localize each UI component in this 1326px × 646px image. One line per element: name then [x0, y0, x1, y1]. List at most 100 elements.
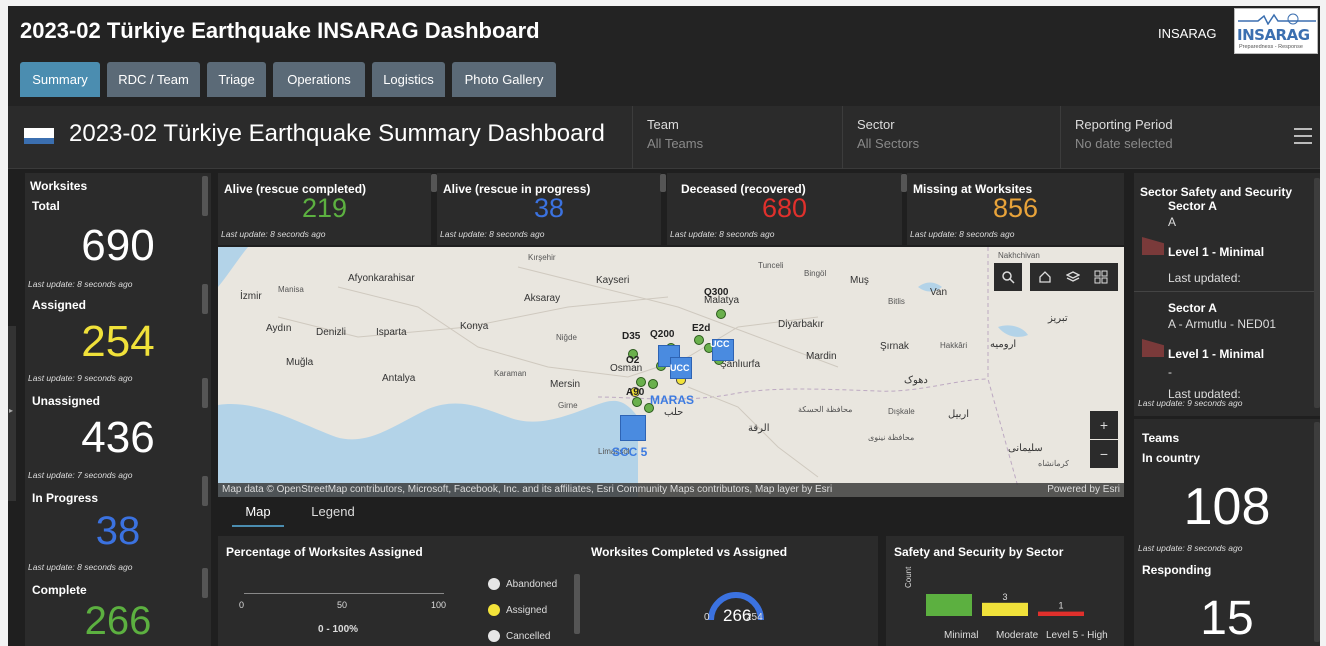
safety-by-sector-title: Safety and Security by Sector [894, 545, 1064, 559]
tab-triage[interactable]: Triage [207, 62, 266, 97]
map-label-girne: Girne [558, 401, 578, 410]
search-icon [1002, 271, 1015, 284]
side-collapse-handle[interactable]: ▸ [8, 326, 16, 501]
sector-safety-scrollbar[interactable] [1314, 178, 1320, 408]
worksite-marker[interactable] [716, 309, 726, 319]
worksite-marker[interactable] [694, 335, 704, 345]
sector-filter-label: Sector [857, 117, 895, 132]
worksites-scrollbar-5 [202, 568, 208, 598]
worksites-unassigned-updated: Last update: 7 seconds ago [28, 470, 133, 480]
layers-icon[interactable] [1066, 270, 1080, 284]
teams-in-country-updated: Last update: 8 seconds ago [1138, 543, 1243, 553]
stat-alive-completed-value: 219 [301, 193, 348, 223]
tab-operations[interactable]: Operations [273, 62, 365, 97]
level-flag-icon [1142, 339, 1164, 357]
safety-cat-moderate: Moderate [996, 630, 1039, 641]
gauge-min: 0 [704, 612, 710, 623]
tab-summary[interactable]: Summary [20, 62, 100, 97]
sector-filter[interactable]: Sector All Sectors [842, 106, 1060, 169]
tab-logistics[interactable]: Logistics [372, 62, 445, 97]
map-label-diyarbakir: Diyarbakır [778, 319, 824, 330]
teams-scrollbar[interactable] [1314, 422, 1320, 642]
team-filter[interactable]: Team All Teams [632, 106, 842, 169]
powered-by-esri[interactable]: Powered by Esri [1047, 483, 1120, 497]
worksites-scrollbar[interactable] [202, 176, 208, 216]
zoom-out-button[interactable]: − [1090, 440, 1118, 468]
worksites-assigned-updated: Last update: 9 seconds ago [28, 373, 133, 383]
safety-bar[interactable] [982, 602, 1028, 616]
sector-safety-panel: Sector Safety and Security Sector A A Le… [1134, 173, 1320, 416]
map-view[interactable]: Kırşehir Tunceli Bingöl Muş Nakhchivan A… [218, 247, 1124, 497]
stat-missing-value: 856 [992, 193, 1039, 223]
map-label-isparta: Isparta [376, 327, 407, 338]
zoom-in-button[interactable]: + [1090, 411, 1118, 439]
menu-icon[interactable] [1294, 128, 1312, 144]
safety-cat-minimal: Minimal [944, 630, 979, 641]
map-label-urmia: ارومیه [990, 339, 1017, 350]
map-label-erbil: اربیل [948, 409, 969, 420]
map-search-button[interactable] [994, 263, 1022, 291]
worksites-complete-label: Complete [32, 583, 87, 597]
safety-bar[interactable] [926, 594, 972, 616]
worksites-unassigned-value: 436 [81, 413, 155, 462]
map-label-mugla: Muğla [286, 357, 314, 368]
insarag-logo: INSARAG Preparedness - Response [1234, 8, 1318, 54]
sector-a2-name: Sector A [1168, 301, 1217, 315]
map-label-konya: Konya [460, 321, 489, 332]
basemap-gallery-icon[interactable] [1094, 270, 1108, 284]
map-label-sulaymaniyah: سلیمانی [1008, 443, 1043, 454]
summary-title: 2023-02 Türkiye Earthquake Summary Dashb… [69, 120, 605, 147]
stat-missing: Missing at Worksites 856 Last update: 8 … [907, 173, 1124, 245]
worksites-assigned-value: 254 [81, 317, 155, 366]
pct-tick-100: 100 [431, 600, 447, 610]
map-label-hasakah: محافظة الحسكة [798, 405, 853, 414]
reporting-period-filter[interactable]: Reporting Period No date selected [1060, 106, 1280, 169]
map-label-karaman: Karaman [494, 369, 527, 378]
stat-alive-in-progress-updated: Last update: 8 seconds ago [440, 229, 545, 239]
sector-a-level: Level 1 - Minimal [1168, 245, 1265, 259]
map-label-mardin: Mardin [806, 351, 837, 362]
site-label-d35: D35 [622, 331, 641, 342]
tab-photo-gallery[interactable]: Photo Gallery [452, 62, 556, 97]
site-marker[interactable] [620, 415, 646, 441]
worksites-panel: Worksites Total 690 Last update: 8 secon… [25, 173, 211, 646]
map-label-afyonkarahisar: Afyonkarahisar [348, 273, 415, 284]
site-label-e2d: E2d [692, 323, 711, 334]
map-label-tabriz: تبریز [1048, 313, 1068, 324]
map-tab[interactable]: Map [232, 497, 284, 527]
stat-scrollbar-2 [660, 174, 666, 192]
safety-bar-value: 1 [1058, 601, 1063, 611]
worksites-scrollbar-2 [202, 284, 208, 314]
worksites-total-value: 690 [81, 221, 155, 270]
worksites-unassigned-label: Unassigned [32, 394, 101, 408]
map-label-bitlis: Bitlis [888, 297, 905, 306]
stat-alive-completed: Alive (rescue completed) 219 Last update… [218, 173, 431, 245]
teams-in-country-value: 108 [1183, 478, 1271, 536]
home-icon[interactable] [1038, 270, 1052, 284]
org-label: INSARAG [1158, 26, 1217, 41]
map-label-manisa: Manisa [278, 285, 304, 294]
sector-filter-value: All Sectors [857, 136, 920, 151]
worksite-marker[interactable] [632, 397, 642, 407]
level-flag-icon [1142, 237, 1164, 255]
safety-bar[interactable] [1038, 611, 1084, 616]
map-label-aksaray: Aksaray [524, 293, 561, 304]
tab-rdc-team[interactable]: RDC / Team [107, 62, 200, 97]
safety-axis-label: Count [904, 566, 913, 588]
pct-axis [244, 593, 444, 594]
legend-cancelled-icon [488, 630, 500, 642]
site-label-q200: Q200 [650, 329, 675, 340]
reporting-period-value: No date selected [1075, 136, 1173, 151]
legend-scrollbar[interactable] [574, 574, 580, 634]
map-label-kirsehir: Kırşehir [528, 253, 556, 262]
worksites-charts-panel: Percentage of Worksites Assigned 0 50 10… [218, 536, 878, 646]
reporting-period-label: Reporting Period [1075, 117, 1173, 132]
stat-deceased: Deceased (recovered) 680 Last update: 8 … [667, 173, 902, 245]
sector-safety-updated: Last update: 9 seconds ago [1138, 398, 1320, 408]
map-label-bingol: Bingöl [804, 269, 827, 278]
legend-tab[interactable]: Legend [298, 497, 368, 527]
map-toolbar [1030, 263, 1118, 291]
worksite-marker[interactable] [648, 379, 658, 389]
stat-missing-updated: Last update: 8 seconds ago [910, 229, 1015, 239]
worksite-marker[interactable] [636, 377, 646, 387]
